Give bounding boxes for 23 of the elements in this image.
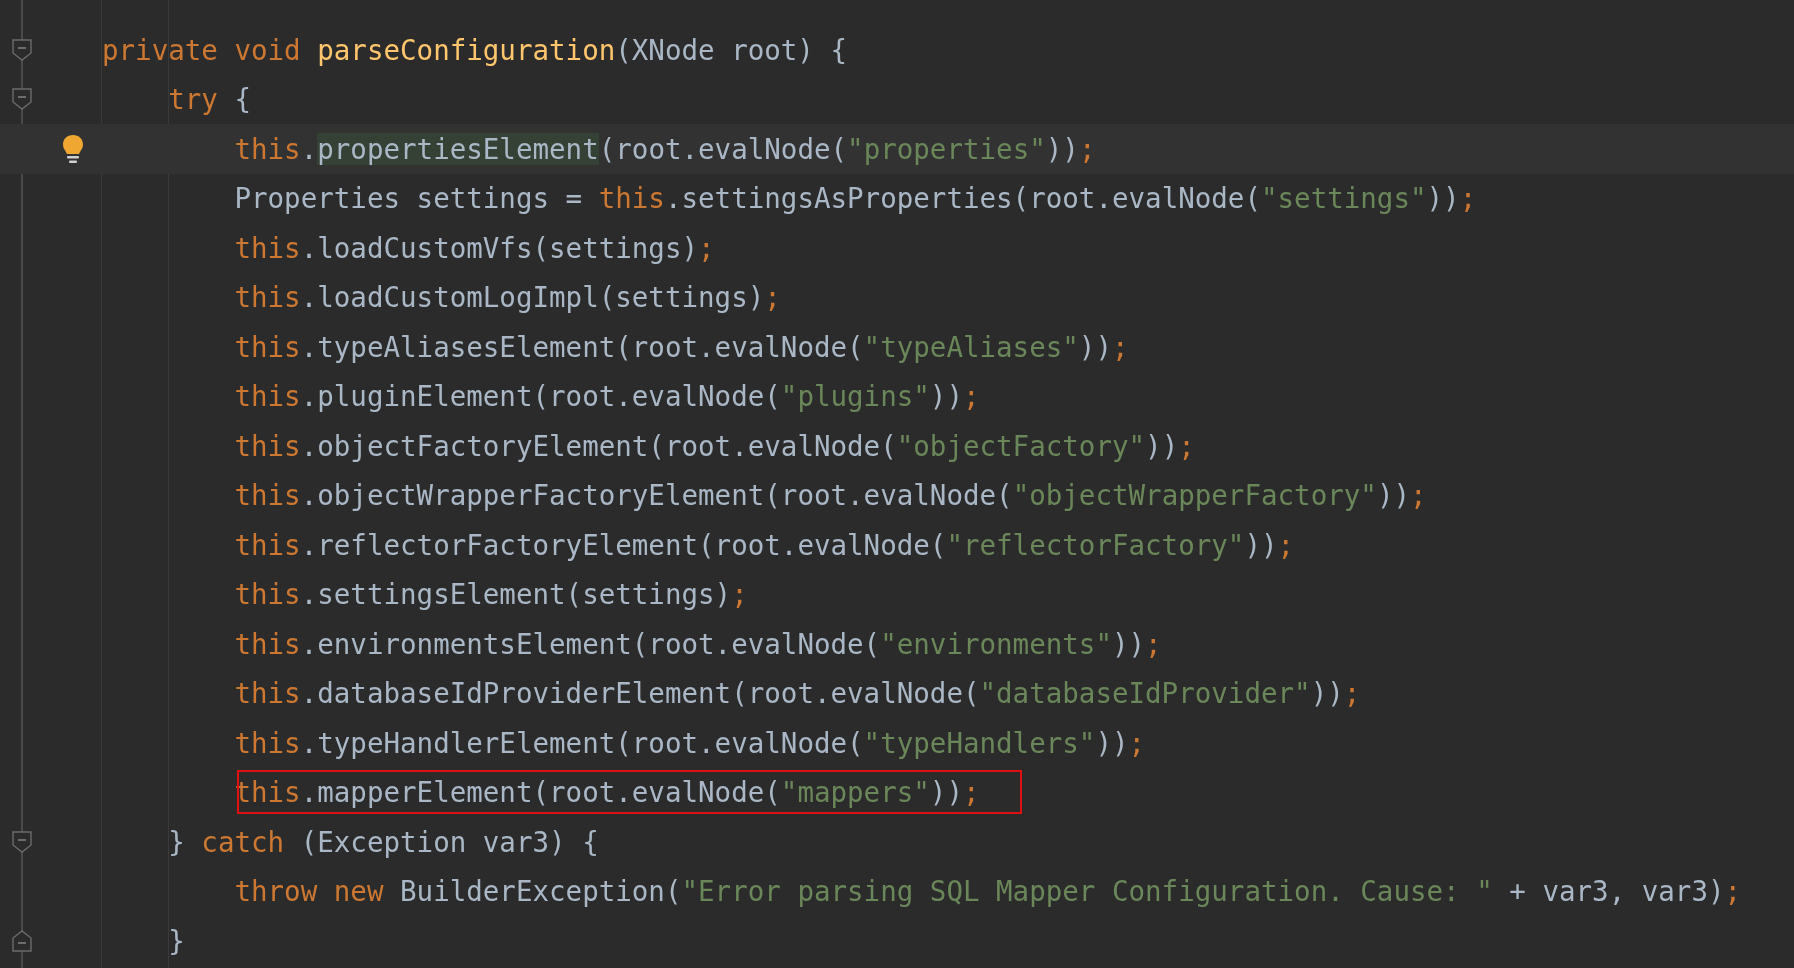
code-line: this.objectWrapperFactoryElement(root.evalNode("objectWrapperFactory"));: [233, 478, 1427, 514]
code-line: }: [167, 923, 185, 959]
code-line: try {: [167, 82, 252, 118]
code-line: this.environmentsElement(root.evalNode("environments"));: [233, 626, 1162, 662]
lightbulb-icon[interactable]: [62, 133, 84, 164]
code-line: this.propertiesElement(root.evalNode("properties"));: [233, 131, 1096, 167]
fold-marker-icon[interactable]: [12, 88, 32, 111]
code-line: this.settingsElement(settings);: [233, 577, 748, 613]
fold-marker-icon[interactable]: [12, 929, 32, 952]
code-line: private void parseConfiguration(XNode root) {: [102, 32, 848, 68]
code-line: this.objectFactoryElement(root.evalNode("objectFactory"));: [233, 428, 1195, 464]
code-line: throw new BuilderException("Error parsing SQL Mapper Configuration. Cause: " + var3, var3);: [233, 874, 1742, 910]
code-line: this.loadCustomVfs(settings);: [233, 230, 715, 266]
fold-marker-icon[interactable]: [12, 38, 32, 61]
code-line: this.pluginElement(root.evalNode("plugins"));: [233, 379, 980, 415]
code-line: Properties settings = this.settingsAsProperties(root.evalNode("settings"));: [233, 181, 1477, 217]
code-line: this.databaseIdProviderElement(root.evalNode("databaseIdProvider"));: [233, 676, 1361, 712]
code-line: this.typeAliasesElement(root.evalNode("typeAliases"));: [233, 329, 1129, 365]
code-line: this.loadCustomLogImpl(settings);: [233, 280, 781, 316]
code-line: this.typeHandlerElement(root.evalNode("typeHandlers"));: [233, 725, 1146, 761]
code-line: } catch (Exception var3) {: [167, 824, 599, 860]
code-line: this.reflectorFactoryElement(root.evalNode("reflectorFactory"));: [233, 527, 1295, 563]
fold-marker-icon[interactable]: [12, 830, 32, 853]
